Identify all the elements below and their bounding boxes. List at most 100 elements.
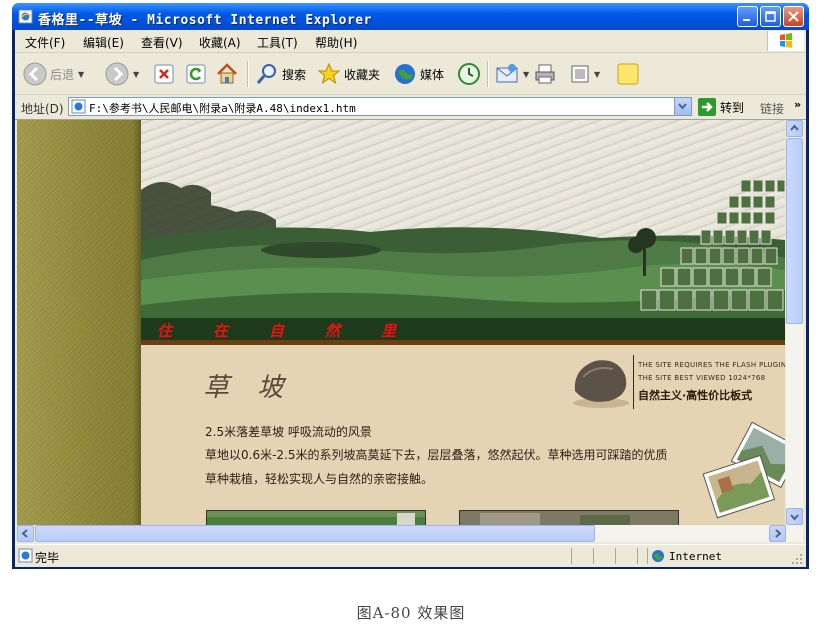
forward-dropdown-icon[interactable]: ▼ [133, 70, 139, 79]
status-divider [571, 548, 572, 564]
status-text: 完毕 [35, 551, 60, 565]
star-icon [317, 62, 341, 85]
scroll-up-button[interactable] [786, 120, 803, 137]
body-line: 草地以0.6米-2.5米的系列坡高莫延下去，层层叠落，悠然起伏。草种选用可踩踏的… [205, 448, 668, 462]
menu-tools[interactable]: 工具(T) [257, 34, 298, 51]
page-content: 草 坡 2.5米落差草坡 呼吸流动的风景 草地以0.6米-2.5米的系列坡高莫延… [141, 345, 785, 525]
horizontal-scrollbar[interactable] [17, 525, 803, 542]
page-viewport: 住 在 自 然 里 草 坡 2.5米落差草坡 呼吸流动的风景 草地以0.6米-2… [17, 120, 785, 525]
messenger-button[interactable] [616, 61, 640, 87]
brand-slogan: 自然主义·高性价比板式 [638, 389, 753, 402]
page-heading: 草 坡 [203, 373, 294, 403]
lawn-photo [207, 511, 425, 525]
landscape-image [141, 179, 785, 340]
history-button[interactable] [457, 61, 481, 87]
stop-button[interactable] [153, 61, 175, 87]
history-icon [458, 63, 480, 85]
back-label: 后退 [50, 67, 75, 82]
toolbar-separator [247, 61, 249, 87]
vertical-scrollbar[interactable] [786, 120, 803, 525]
favorites-label: 收藏夹 [344, 67, 381, 82]
scroll-right-button[interactable] [769, 525, 786, 542]
menu-favorites[interactable]: 收藏(A) [199, 34, 241, 51]
status-bar: 完毕 Internet [15, 544, 806, 567]
horizontal-scroll-thumb[interactable] [35, 525, 595, 542]
site-info: THE SITE REQUIRES THE FLASH PLUGIN THE S… [633, 355, 785, 409]
ie-page-icon [18, 548, 33, 563]
address-dropdown-button[interactable] [674, 98, 691, 115]
minimize-icon [743, 19, 750, 21]
maximize-button[interactable] [760, 6, 781, 27]
print-button[interactable] [533, 61, 557, 87]
browser-frame: 文件(F) 编辑(E) 查看(V) 收藏(A) 工具(T) 帮助(H) 后退 ▼ [15, 30, 806, 567]
edit-dropdown-icon[interactable]: ▼ [594, 70, 600, 79]
chevron-left-icon [21, 529, 28, 538]
go-label: 转到 [720, 100, 745, 115]
edit-button[interactable]: ▼ [570, 61, 600, 87]
internet-globe-icon [652, 550, 664, 562]
ie-page-icon [71, 99, 86, 114]
mail-dropdown-icon[interactable]: ▼ [523, 70, 529, 79]
back-button[interactable]: 后退 ▼ [23, 61, 84, 87]
ie-window: 香格里--草坡 - Microsoft Internet Explorer 文件… [12, 3, 809, 569]
figure-caption: 图A-80 效果图 [356, 604, 466, 622]
menu-help[interactable]: 帮助(H) [315, 34, 357, 51]
security-zone: Internet [669, 550, 722, 563]
forward-arrow-icon [105, 62, 129, 86]
menu-file[interactable]: 文件(F) [25, 34, 65, 51]
media-label: 媒体 [420, 67, 445, 82]
status-divider [647, 548, 648, 564]
chevron-up-icon [790, 124, 799, 131]
refresh-button[interactable] [185, 61, 207, 87]
hero-banner [141, 120, 785, 340]
menu-view[interactable]: 查看(V) [141, 34, 183, 51]
search-icon [256, 64, 276, 84]
printer-icon [535, 64, 555, 84]
close-button[interactable] [783, 6, 804, 27]
status-divider [615, 548, 616, 564]
back-dropdown-icon[interactable]: ▼ [78, 70, 84, 79]
slogan-char: 在 [213, 322, 229, 340]
window-title: 香格里--草坡 - Microsoft Internet Explorer [38, 13, 372, 28]
scroll-left-button[interactable] [17, 525, 34, 542]
home-icon [217, 63, 237, 84]
minimize-button[interactable] [737, 6, 758, 27]
address-label: 地址(D) [21, 102, 64, 116]
resize-grip-icon[interactable] [791, 553, 803, 565]
stone-image [573, 360, 629, 408]
menu-edit[interactable]: 编辑(E) [83, 34, 124, 51]
title-bar[interactable]: 香格里--草坡 - Microsoft Internet Explorer [12, 3, 809, 30]
vertical-scroll-thumb[interactable] [786, 138, 803, 324]
links-toolbar[interactable]: 链接 [760, 100, 784, 117]
edit-page-icon [571, 65, 589, 83]
back-arrow-icon [23, 62, 47, 86]
address-input[interactable]: F:\参考书\人民邮电\附录a\附录A.48\index1.htm [68, 97, 692, 116]
media-button[interactable]: 媒体 [393, 61, 444, 87]
menu-bar: 文件(F) 编辑(E) 查看(V) 收藏(A) 工具(T) 帮助(H) [15, 30, 806, 53]
favorites-button[interactable]: 收藏夹 [317, 61, 380, 87]
home-button[interactable] [215, 61, 239, 87]
photo-thumbnail[interactable] [206, 510, 426, 525]
forward-button[interactable]: ▼ [105, 61, 139, 87]
ie-page-icon [18, 9, 33, 24]
slogan-char: 住 [157, 322, 173, 340]
links-more-icon[interactable]: » [794, 98, 801, 111]
chevron-right-icon [775, 529, 782, 538]
status-divider [637, 548, 638, 564]
go-arrow-icon [698, 98, 716, 116]
chevron-down-icon [678, 103, 687, 110]
maximize-icon [765, 11, 776, 22]
address-url: F:\参考书\人民邮电\附录a\附录A.48\index1.htm [89, 102, 356, 115]
go-button[interactable]: 转到 [698, 98, 744, 116]
resolution-notice: THE SITE BEST VIEWED 1024*768 [638, 374, 766, 382]
photo-thumbnail[interactable] [459, 510, 679, 525]
windows-logo-icon [767, 31, 804, 51]
body-line: 草种栽植，轻松实现人与自然的亲密接触。 [205, 472, 434, 486]
close-icon [788, 11, 799, 22]
mail-icon [496, 64, 518, 83]
mail-button[interactable]: ▼ [495, 61, 529, 87]
stop-icon [154, 64, 174, 84]
search-button[interactable]: 搜索 [255, 61, 306, 87]
scroll-down-button[interactable] [786, 508, 803, 525]
slogan-char: 自 [269, 322, 285, 340]
